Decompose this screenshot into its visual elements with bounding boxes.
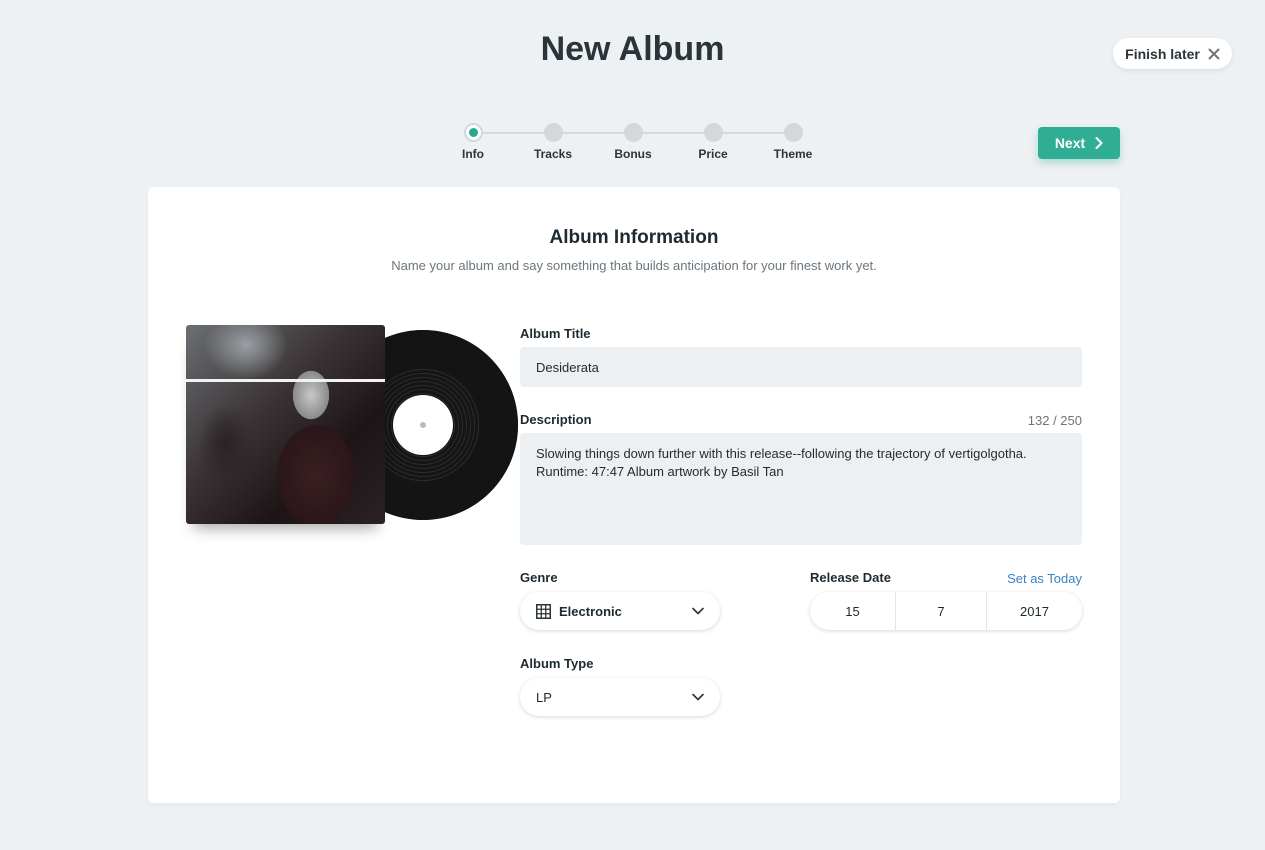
step-label: Price xyxy=(698,147,728,161)
genre-select[interactable]: Electronic xyxy=(520,592,720,630)
album-title-input[interactable] xyxy=(520,347,1082,387)
release-date-label: Release Date xyxy=(810,570,891,585)
step-dot xyxy=(703,123,723,142)
step-price[interactable]: Price xyxy=(683,122,743,161)
next-label: Next xyxy=(1054,135,1086,151)
progress-stepper: Info Tracks Bonus Price Theme xyxy=(462,122,823,166)
card-title: Album Information xyxy=(549,227,719,248)
chevron-right-icon xyxy=(1095,137,1103,149)
album-type-label: Album Type xyxy=(520,656,594,671)
album-type-value: LP xyxy=(536,689,552,705)
release-date-input: 15 7 2017 xyxy=(810,592,1082,630)
description-char-count: 132 / 250 xyxy=(1027,413,1082,428)
genre-label: Genre xyxy=(520,570,558,585)
album-cover-image xyxy=(186,325,385,524)
description-label: Description xyxy=(520,412,592,427)
album-info-card: Album Information Name your album and sa… xyxy=(148,187,1120,803)
grid-icon xyxy=(536,603,551,619)
step-bonus[interactable]: Bonus xyxy=(603,122,663,161)
chevron-down-icon xyxy=(692,693,704,701)
album-type-select[interactable]: LP xyxy=(520,678,720,716)
step-dot xyxy=(543,123,563,142)
step-label: Info xyxy=(462,147,484,161)
finish-later-button[interactable]: Finish later xyxy=(1113,38,1232,69)
close-icon xyxy=(1208,48,1220,59)
step-info[interactable]: Info xyxy=(443,122,503,161)
step-theme[interactable]: Theme xyxy=(763,122,823,161)
step-label: Bonus xyxy=(614,147,652,161)
step-tracks[interactable]: Tracks xyxy=(523,122,583,161)
step-dot xyxy=(623,123,643,142)
release-day-input[interactable]: 15 xyxy=(810,592,896,630)
chevron-down-icon xyxy=(692,607,704,615)
vinyl-spindle-hole xyxy=(420,422,426,428)
step-dot xyxy=(783,123,803,142)
album-title-label: Album Title xyxy=(520,326,591,341)
card-subtitle: Name your album and say something that b… xyxy=(391,258,877,273)
description-input[interactable]: Slowing things down further with this re… xyxy=(520,433,1082,545)
step-dot-active xyxy=(463,123,483,142)
release-year-input[interactable]: 2017 xyxy=(987,592,1082,630)
genre-value: Electronic xyxy=(559,603,622,619)
set-as-today-link[interactable]: Set as Today xyxy=(982,571,1082,586)
finish-later-label: Finish later xyxy=(1125,45,1200,62)
page-title: New Album xyxy=(540,30,725,68)
album-artwork[interactable] xyxy=(186,325,518,535)
release-month-input[interactable]: 7 xyxy=(896,592,987,630)
next-button[interactable]: Next xyxy=(1038,127,1120,159)
step-label: Tracks xyxy=(533,147,573,161)
cover-stripe xyxy=(186,379,385,382)
step-label: Theme xyxy=(773,147,813,161)
